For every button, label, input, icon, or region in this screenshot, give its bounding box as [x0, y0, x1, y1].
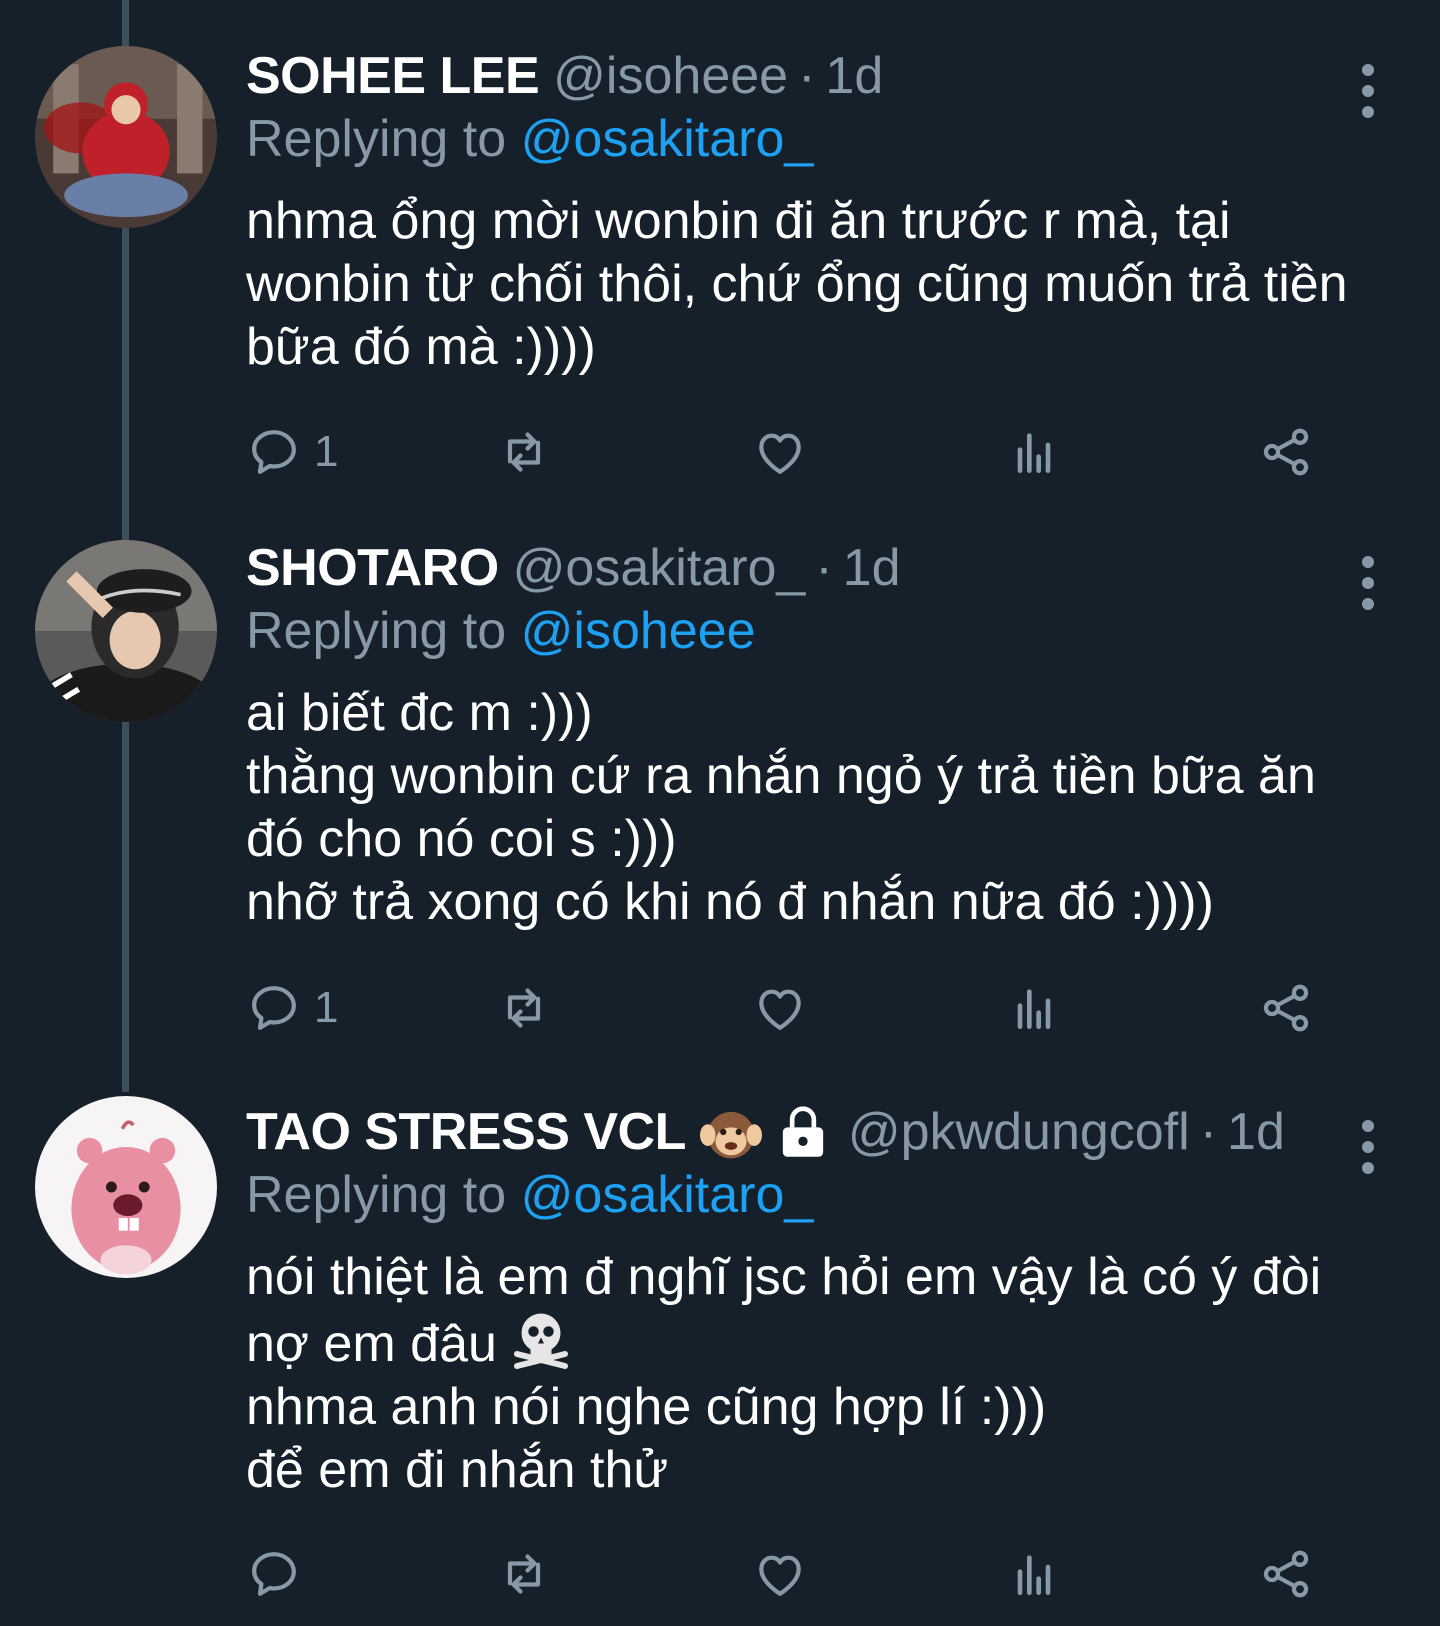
display-name[interactable]: TAO STRESS VCL — [246, 1100, 686, 1164]
tweet-text-part2: nhma anh nói nghe cũng hợp lí :))) để em… — [246, 1378, 1047, 1499]
timestamp[interactable]: 1d — [843, 536, 901, 600]
replying-to: Replying to @osakitaro_ — [246, 108, 1356, 170]
share-icon — [1263, 1550, 1309, 1598]
like-icon — [759, 1555, 801, 1596]
hear-no-evil-monkey-icon — [699, 1111, 762, 1159]
name-emojis — [699, 1101, 834, 1163]
avatar[interactable] — [35, 1096, 217, 1278]
analytics-button[interactable] — [1006, 1546, 1062, 1602]
replying-to-prefix: Replying to — [246, 1166, 507, 1224]
reply-icon — [252, 430, 296, 474]
replying-to: Replying to @osakitaro_ — [246, 1164, 1356, 1226]
like-icon — [759, 989, 801, 1030]
reply-mention-link[interactable]: @isoheee — [521, 602, 756, 660]
share-button[interactable] — [1258, 424, 1314, 480]
retweet-button[interactable] — [496, 980, 552, 1036]
display-name[interactable]: SHOTARO — [246, 536, 499, 600]
reply-thread: SOHEE LEE @isoheee · 1d Replying to @osa… — [0, 0, 1440, 1626]
reply-button[interactable]: 1 — [246, 424, 338, 480]
replying-to-prefix: Replying to — [246, 602, 507, 660]
avatar[interactable] — [35, 540, 217, 722]
analytics-icon — [1017, 989, 1051, 1029]
timestamp[interactable]: 1d — [1227, 1100, 1285, 1164]
like-button[interactable] — [752, 1546, 808, 1602]
reply-mention-link[interactable]: @osakitaro_ — [521, 110, 814, 168]
tweet-actions: 1 — [246, 424, 1356, 484]
avatar-red-hoodie-icon — [35, 46, 217, 228]
tweet-header: TAO STRESS VCL @pkwdungcofl · 1d — [246, 1100, 1356, 1164]
user-handle[interactable]: @osakitaro_ — [513, 536, 806, 600]
more-options-icon[interactable] — [1358, 1112, 1378, 1182]
reply-mention-link[interactable]: @osakitaro_ — [521, 1166, 814, 1224]
thread-line-2-3 — [122, 722, 129, 1092]
like-button[interactable] — [752, 980, 808, 1036]
retweet-button[interactable] — [496, 1546, 552, 1602]
analytics-button[interactable] — [1006, 980, 1062, 1036]
analytics-icon — [1017, 433, 1051, 473]
retweet-icon — [507, 1554, 541, 1594]
skull-crossbones-icon — [514, 1313, 569, 1369]
thread-line-1-2 — [122, 228, 129, 540]
share-button[interactable] — [1258, 980, 1314, 1036]
retweet-icon — [507, 988, 541, 1028]
more-options-icon[interactable] — [1358, 548, 1378, 618]
display-name[interactable]: SOHEE LEE — [246, 44, 540, 108]
replying-to: Replying to @isoheee — [246, 600, 1356, 662]
user-handle[interactable]: @isoheee — [553, 44, 788, 108]
retweet-button[interactable] — [496, 424, 552, 480]
lock-icon — [782, 1106, 824, 1157]
tweet-header: SOHEE LEE @isoheee · 1d — [246, 44, 1356, 108]
retweet-icon — [507, 432, 541, 472]
tweet-text: nhma ổng mời wonbin đi ăn trước r mà, tạ… — [246, 192, 1348, 376]
reply-icon — [252, 1552, 296, 1596]
separator: · — [798, 47, 816, 105]
reply-button[interactable] — [246, 1546, 314, 1602]
share-button[interactable] — [1258, 1546, 1314, 1602]
share-icon — [1263, 984, 1309, 1032]
analytics-button[interactable] — [1006, 424, 1062, 480]
tweet-text: ai biết đc m :))) thằng wonbin cứ ra nhắ… — [246, 684, 1316, 931]
timestamp[interactable]: 1d — [825, 44, 883, 108]
reply-icon — [252, 986, 296, 1030]
avatar-pink-beaver-icon — [35, 1096, 217, 1278]
tweet-header: SHOTARO @osakitaro_ · 1d — [246, 536, 1356, 600]
thread-line-top — [122, 0, 129, 48]
reply-button[interactable]: 1 — [246, 980, 338, 1036]
like-icon — [759, 433, 801, 474]
separator: · — [815, 539, 833, 597]
user-handle[interactable]: @pkwdungcofl — [848, 1100, 1190, 1164]
avatar-bandana-cap-icon — [35, 540, 217, 722]
like-button[interactable] — [752, 424, 808, 480]
tweet-text: nói thiệt là em đ nghĩ jsc hỏi em vậy là… — [246, 1246, 1356, 1502]
share-icon — [1263, 428, 1309, 476]
reply-count: 1 — [314, 427, 339, 476]
more-options-icon[interactable] — [1358, 56, 1378, 126]
replying-to-prefix: Replying to — [246, 110, 507, 168]
tweet-text-part1: nói thiệt là em đ nghĩ jsc hỏi em vậy là… — [246, 1248, 1322, 1373]
tweet-actions — [246, 1546, 1356, 1606]
tweet-actions: 1 — [246, 980, 1356, 1040]
reply-count: 1 — [314, 983, 339, 1032]
analytics-icon — [1017, 1555, 1051, 1595]
avatar[interactable] — [35, 46, 217, 228]
separator: · — [1199, 1103, 1218, 1161]
